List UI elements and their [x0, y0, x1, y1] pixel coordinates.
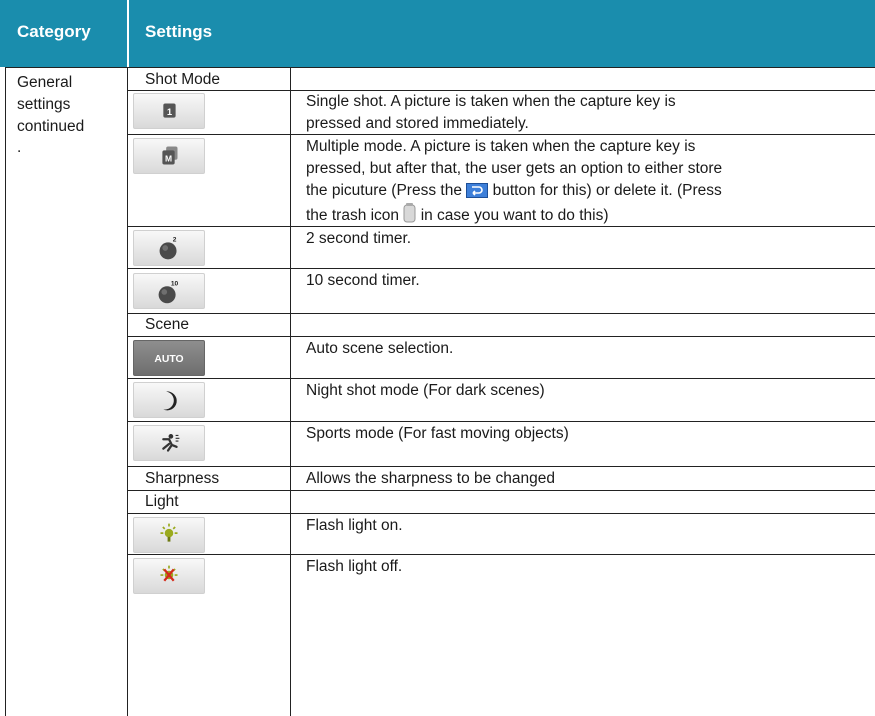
timer-10s-icon: 10: [133, 273, 205, 309]
flash-off-desc: Flash light off.: [306, 558, 403, 575]
row-rule: [127, 378, 875, 379]
row-rule: [127, 490, 875, 491]
timer-2s-desc: 2 second timer.: [306, 230, 412, 247]
auto-scene-desc: Auto scene selection.: [306, 340, 454, 357]
flash-off-icon: [133, 558, 205, 594]
single-shot-desc: Single shot. A picture is taken when the…: [306, 93, 676, 110]
row-rule: [127, 466, 875, 467]
auto-scene-icon: AUTO: [133, 340, 205, 376]
light-label: Light: [145, 493, 179, 510]
column-divider-1: [127, 67, 128, 716]
header-divider: [127, 0, 129, 67]
row-rule: [127, 554, 875, 555]
store-button-icon: [466, 183, 489, 205]
svg-text:AUTO: AUTO: [154, 354, 183, 365]
multiple-desc-part: in case you want to do this): [420, 207, 609, 224]
row-rule: [127, 421, 875, 422]
category-line: General: [17, 74, 73, 91]
row-rule: [127, 336, 875, 337]
category-line: continued: [17, 118, 85, 135]
svg-text:2: 2: [173, 236, 177, 243]
trash-icon: [403, 203, 416, 230]
column-divider-2: [290, 67, 291, 716]
category-header: Category: [17, 22, 91, 41]
settings-header: Settings: [145, 22, 213, 41]
category-line: settings: [17, 96, 71, 113]
svg-text:M: M: [165, 154, 172, 164]
row-rule: [127, 268, 875, 269]
sports-mode-desc: Sports mode (For fast moving objects): [306, 425, 569, 442]
sharpness-label: Sharpness: [145, 470, 220, 487]
multiple-shot-icon: M: [133, 138, 205, 174]
flash-on-desc: Flash light on.: [306, 517, 403, 534]
multiple-desc-part: the trash icon: [306, 207, 400, 224]
svg-text:1: 1: [167, 107, 172, 118]
table-header: Category Settings: [0, 0, 875, 67]
timer-2s-icon: 2: [133, 230, 205, 266]
multiple-desc: the picuture (Press the button for this)…: [306, 180, 722, 205]
single-shot-icon: 1: [133, 93, 205, 129]
night-mode-desc: Night shot mode (For dark scenes): [306, 382, 545, 399]
multiple-desc-part: the picuture (Press the: [306, 182, 462, 199]
sharpness-desc: Allows the sharpness to be changed: [306, 470, 556, 487]
row-rule: [127, 513, 875, 514]
category-line: .: [17, 139, 22, 156]
multiple-desc: Multiple mode. A picture is taken when t…: [306, 138, 696, 155]
shot-mode-label: Shot Mode: [145, 71, 220, 88]
timer-10s-desc: 10 second timer.: [306, 272, 420, 289]
row-rule: [5, 67, 875, 68]
table-border-left: [5, 67, 6, 716]
multiple-desc: pressed, but after that, the user gets a…: [306, 160, 723, 177]
sports-mode-icon: [133, 425, 205, 461]
multiple-desc-part: button for this) or delete it. (Press: [492, 182, 722, 199]
svg-text:10: 10: [171, 280, 179, 287]
night-mode-icon: [133, 382, 205, 418]
multiple-desc: the trash icon in case you want to do th…: [306, 203, 609, 230]
row-rule: [127, 313, 875, 314]
single-shot-desc: pressed and stored immediately.: [306, 115, 529, 132]
scene-label: Scene: [145, 316, 189, 333]
flash-on-icon: [133, 517, 205, 553]
